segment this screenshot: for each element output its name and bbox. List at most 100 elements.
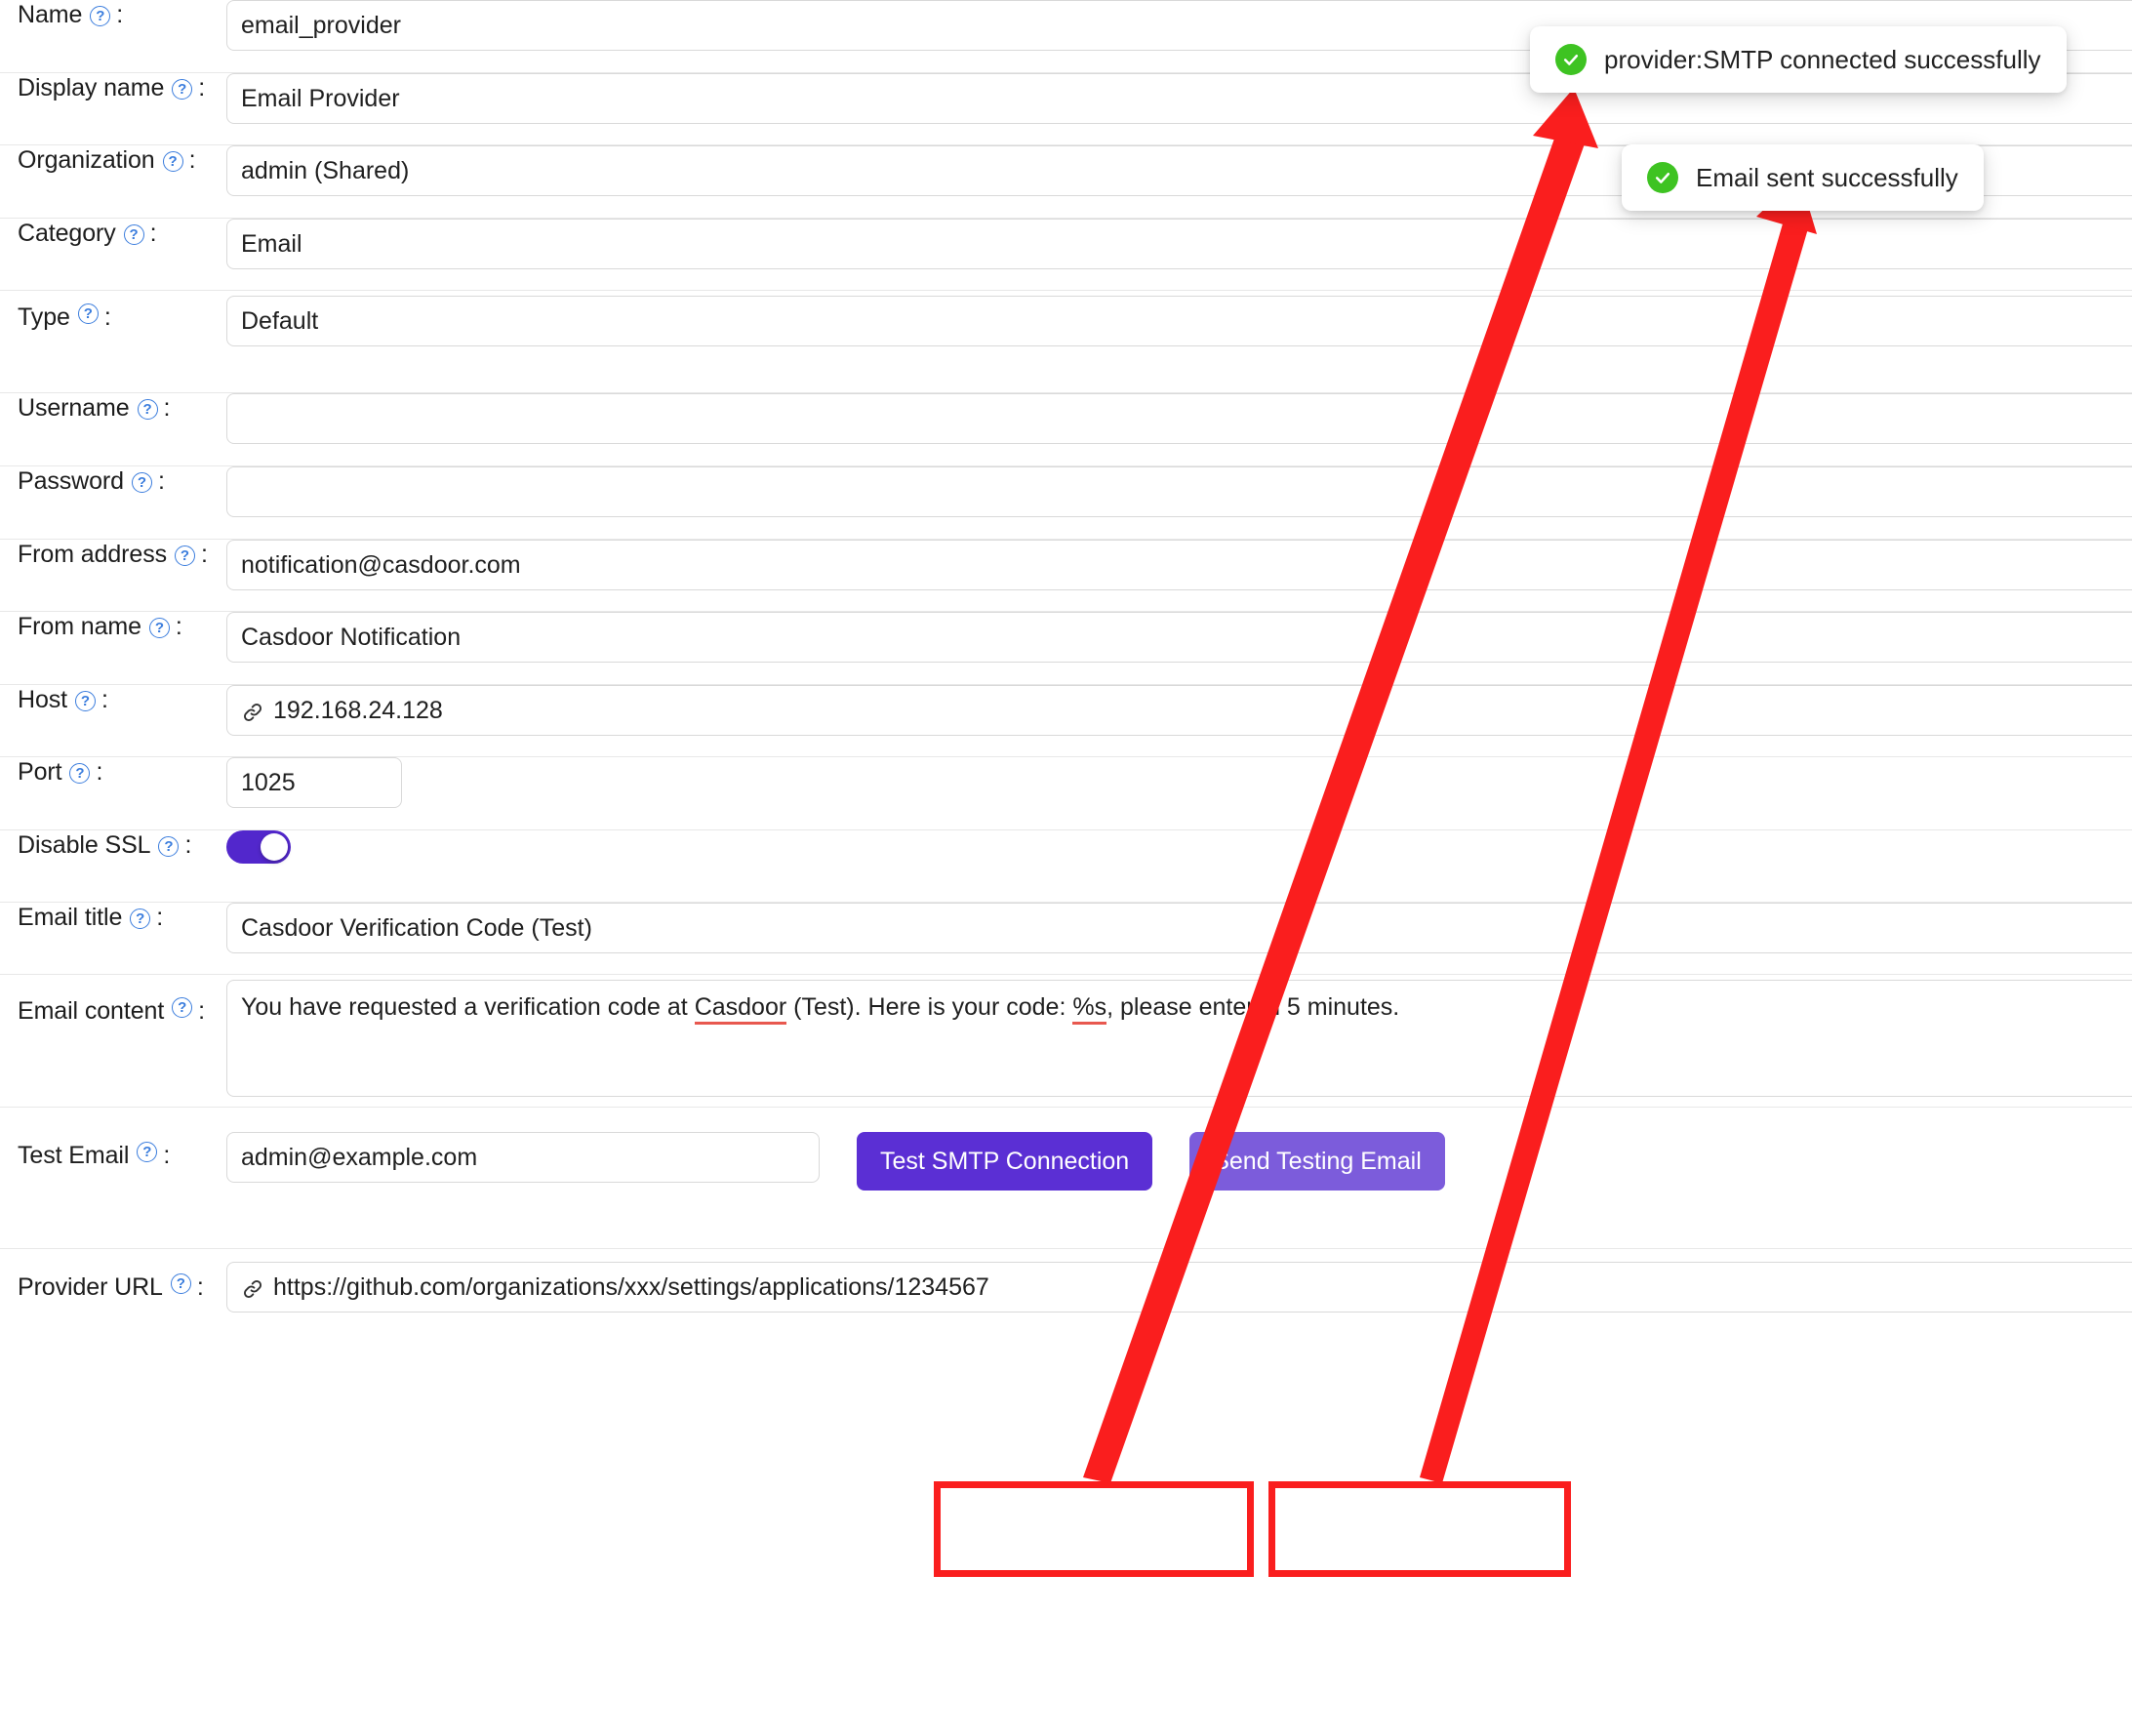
field-provider-url: https://github.com/organizations/xxx/set… xyxy=(226,1249,2132,1312)
field-username xyxy=(226,393,2132,444)
field-disable-ssl xyxy=(226,830,2132,864)
field-email-title: Casdoor Verification Code (Test) xyxy=(226,903,2132,953)
category-select[interactable]: Email xyxy=(226,219,2132,269)
label-display-name-text: Display name xyxy=(18,74,165,101)
field-test-email: admin@example.com Test SMTP Connection S… xyxy=(226,1108,2132,1191)
label-provider-url: Provider URL ? : xyxy=(0,1249,226,1302)
question-circle-icon[interactable]: ? xyxy=(170,1273,191,1294)
email-title-input[interactable]: Casdoor Verification Code (Test) xyxy=(226,903,2132,953)
form-row-password: Password ? : xyxy=(0,466,2132,540)
toast-message: provider:SMTP connected successfully xyxy=(1604,44,2041,74)
colon: : xyxy=(96,758,103,786)
form-row-provider-url: Provider URL ? : https://github.com/orga… xyxy=(0,1249,2132,1358)
label-disable-ssl-text: Disable SSL xyxy=(18,831,151,859)
from-address-input[interactable]: notification@casdoor.com xyxy=(226,540,2132,590)
provider-url-input[interactable]: https://github.com/organizations/xxx/set… xyxy=(226,1262,2132,1312)
check-circle-icon xyxy=(1555,44,1587,75)
label-email-title-text: Email title xyxy=(18,904,123,931)
label-from-address-text: From address xyxy=(18,541,168,568)
port-input[interactable]: 1025 xyxy=(226,757,402,808)
label-name: Name ? : xyxy=(0,0,226,29)
question-circle-icon[interactable]: ? xyxy=(137,1142,158,1162)
colon: : xyxy=(156,904,164,931)
host-input[interactable]: 192.168.24.128 xyxy=(226,685,2132,736)
colon: : xyxy=(188,146,196,174)
email-content-misspelled-casdoor: Casdoor xyxy=(694,993,787,1025)
form-row-from-name: From name ? : Casdoor Notification xyxy=(0,612,2132,685)
toggle-knob xyxy=(261,833,288,861)
label-category: Category ? : xyxy=(0,219,226,248)
toast-email-sent: Email sent successfully xyxy=(1622,144,1984,211)
label-port-text: Port xyxy=(18,758,62,786)
question-circle-icon[interactable]: ? xyxy=(123,223,144,245)
question-circle-icon[interactable]: ? xyxy=(130,908,151,929)
form-row-port: Port ? : 1025 xyxy=(0,757,2132,830)
password-input[interactable] xyxy=(226,466,2132,517)
test-smtp-connection-button[interactable]: Test SMTP Connection xyxy=(857,1132,1153,1191)
form-row-disable-ssl: Disable SSL ? : xyxy=(0,830,2132,903)
colon: : xyxy=(196,1273,204,1301)
question-circle-icon[interactable]: ? xyxy=(175,545,196,566)
form-row-category: Category ? : Email xyxy=(0,219,2132,291)
disable-ssl-toggle[interactable] xyxy=(226,830,291,864)
test-email-input[interactable]: admin@example.com xyxy=(226,1132,820,1183)
email-content-textarea[interactable]: You have requested a verification code a… xyxy=(226,980,2132,1097)
question-circle-icon[interactable]: ? xyxy=(148,617,170,638)
question-circle-icon[interactable]: ? xyxy=(172,997,193,1018)
label-port: Port ? : xyxy=(0,757,226,787)
label-email-content: Email content ? : xyxy=(0,975,226,1026)
question-circle-icon[interactable]: ? xyxy=(69,762,91,784)
toast-smtp-connected: provider:SMTP connected successfully xyxy=(1530,26,2067,93)
email-content-misspelled-placeholder: %s xyxy=(1072,993,1107,1025)
form-row-type: Type ? : Default xyxy=(0,291,2132,393)
label-category-text: Category xyxy=(18,220,116,247)
form-row-test-email: Test Email ? : admin@example.com Test SM… xyxy=(0,1108,2132,1249)
form-row-username: Username ? : xyxy=(0,393,2132,466)
colon: : xyxy=(101,686,108,713)
link-icon xyxy=(241,701,264,724)
question-circle-icon[interactable]: ? xyxy=(90,5,111,26)
label-password: Password ? : xyxy=(0,466,226,496)
colon: : xyxy=(157,467,165,495)
from-name-input[interactable]: Casdoor Notification xyxy=(226,612,2132,663)
field-email-content: You have requested a verification code a… xyxy=(226,975,2132,1097)
provider-url-value: https://github.com/organizations/xxx/set… xyxy=(273,1272,989,1301)
field-category: Email xyxy=(226,219,2132,269)
question-circle-icon[interactable]: ? xyxy=(158,835,180,857)
username-input[interactable] xyxy=(226,393,2132,444)
field-from-name: Casdoor Notification xyxy=(226,612,2132,663)
colon: : xyxy=(103,303,111,331)
question-circle-icon[interactable]: ? xyxy=(172,78,193,100)
field-type: Default xyxy=(226,291,2132,346)
label-test-email-text: Test Email xyxy=(18,1142,130,1169)
email-content-part-3: , please enter in 5 minutes. xyxy=(1106,993,1400,1021)
field-host: 192.168.24.128 xyxy=(226,685,2132,736)
label-test-email: Test Email ? : xyxy=(0,1108,226,1170)
form-row-email-content: Email content ? : You have requested a v… xyxy=(0,975,2132,1108)
label-organization: Organization ? : xyxy=(0,145,226,175)
send-testing-email-button[interactable]: Send Testing Email xyxy=(1189,1132,1445,1191)
colon: : xyxy=(184,831,192,859)
colon: : xyxy=(163,1142,171,1169)
type-select[interactable]: Default xyxy=(226,296,2132,346)
colon: : xyxy=(175,613,182,640)
label-password-text: Password xyxy=(18,467,124,495)
colon: : xyxy=(198,997,206,1025)
label-email-title: Email title ? : xyxy=(0,903,226,932)
question-circle-icon[interactable]: ? xyxy=(162,150,183,172)
label-username-text: Username xyxy=(18,394,130,422)
label-organization-text: Organization xyxy=(18,146,155,174)
host-value: 192.168.24.128 xyxy=(273,696,443,724)
label-disable-ssl: Disable SSL ? : xyxy=(0,830,226,860)
colon: : xyxy=(198,74,206,101)
question-circle-icon[interactable]: ? xyxy=(75,690,97,711)
label-type-text: Type xyxy=(18,303,70,331)
question-circle-icon[interactable]: ? xyxy=(137,398,158,420)
colon: : xyxy=(201,541,208,568)
colon: : xyxy=(116,1,124,28)
colon: : xyxy=(163,394,171,422)
question-circle-icon[interactable]: ? xyxy=(131,471,152,493)
field-port: 1025 xyxy=(226,757,2132,808)
label-from-name-text: From name xyxy=(18,613,141,640)
question-circle-icon[interactable]: ? xyxy=(77,303,99,324)
